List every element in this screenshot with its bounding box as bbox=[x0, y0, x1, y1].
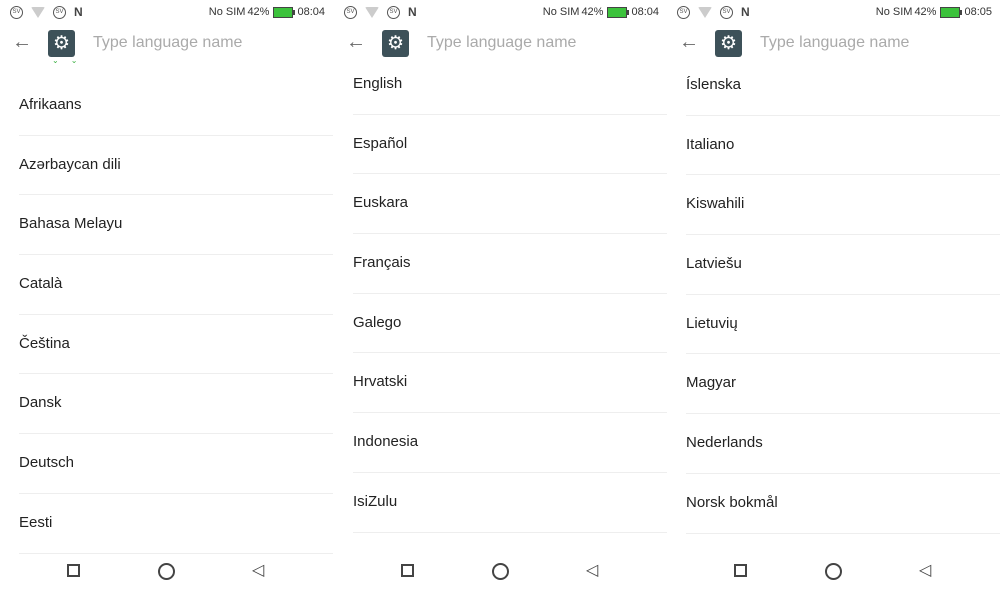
language-item[interactable]: Latviešu bbox=[686, 235, 1000, 295]
language-item[interactable]: Bahasa Melayu bbox=[19, 195, 333, 256]
home-circle-icon[interactable] bbox=[825, 563, 842, 580]
language-list[interactable]: Íslenska Italiano Kiswahili Latviešu Lietuvi… bbox=[686, 56, 1000, 534]
language-item[interactable]: Kiswahili bbox=[686, 175, 1000, 236]
gear-icon[interactable]: ⚙ bbox=[48, 30, 75, 57]
back-triangle-icon[interactable]: ◁ bbox=[586, 563, 598, 579]
recents-square-icon[interactable] bbox=[734, 564, 747, 577]
language-item[interactable]: Català bbox=[19, 255, 333, 315]
notification-icon: SV bbox=[344, 5, 357, 19]
language-item[interactable]: Eesti bbox=[19, 494, 333, 554]
language-item[interactable]: Français bbox=[353, 234, 667, 294]
language-item[interactable]: Euskara bbox=[353, 174, 667, 235]
gear-icon[interactable]: ⚙ bbox=[382, 30, 409, 57]
battery-percent: 42% bbox=[247, 6, 270, 18]
toolbar: ← ⚙ Type language name bbox=[0, 28, 333, 60]
language-list[interactable]: Afrikaans Azərbaycan dili Bahasa Melayu Cat… bbox=[19, 76, 333, 554]
carrier: No SIM bbox=[875, 6, 913, 18]
carrier: No SIM bbox=[542, 6, 580, 18]
language-item[interactable]: Afrikaans bbox=[19, 76, 333, 136]
home-circle-icon[interactable] bbox=[158, 563, 175, 580]
language-item[interactable]: Italiano bbox=[686, 116, 1000, 176]
n-icon: N bbox=[741, 5, 750, 19]
language-search-field[interactable]: Type language name bbox=[760, 32, 990, 54]
recents-square-icon[interactable] bbox=[401, 564, 414, 577]
n-icon: N bbox=[74, 5, 83, 19]
clock: 08:04 bbox=[631, 6, 659, 18]
language-item[interactable]: Magyar bbox=[686, 354, 1000, 415]
language-item[interactable]: IsiZulu bbox=[353, 473, 667, 533]
scroll-indicator: ⌄⌄ bbox=[52, 56, 90, 65]
language-search-field[interactable]: Type language name bbox=[93, 32, 323, 54]
wifi-icon bbox=[365, 6, 379, 18]
notification-icon: SV bbox=[10, 5, 23, 19]
language-item[interactable]: Čeština bbox=[19, 315, 333, 375]
phone-screen-3: SV SV N No SIM 42% 08:05 ← ⚙ Type language n… bbox=[667, 0, 1000, 593]
language-item[interactable]: Deutsch bbox=[19, 434, 333, 494]
language-search-input[interactable] bbox=[427, 32, 657, 54]
battery-percent: 42% bbox=[581, 6, 604, 18]
gear-icon[interactable]: ⚙ bbox=[715, 30, 742, 57]
notification-icon: SV bbox=[720, 5, 733, 19]
language-item[interactable]: Indonesia bbox=[353, 413, 667, 473]
language-item[interactable]: Norsk bokmål bbox=[686, 474, 1000, 534]
clock: 08:05 bbox=[964, 6, 992, 18]
navigation-bar: ◁ bbox=[667, 560, 1000, 584]
phone-screen-1: SV SV N No SIM 42% 08:04 ← ⚙ Type language n… bbox=[0, 0, 333, 593]
back-arrow-icon[interactable]: ← bbox=[679, 31, 699, 54]
language-item[interactable]: Hrvatski bbox=[353, 353, 667, 414]
back-triangle-icon[interactable]: ◁ bbox=[919, 563, 931, 579]
status-bar: SV SV N No SIM 42% 08:05 bbox=[667, 0, 1000, 24]
language-item[interactable]: Galego bbox=[353, 294, 667, 354]
wifi-icon bbox=[698, 6, 712, 18]
language-item[interactable]: Lietuvių bbox=[686, 295, 1000, 355]
back-arrow-icon[interactable]: ← bbox=[346, 31, 366, 54]
recents-square-icon[interactable] bbox=[67, 564, 80, 577]
language-item[interactable]: English bbox=[353, 55, 667, 115]
back-triangle-icon[interactable]: ◁ bbox=[252, 563, 264, 579]
battery-icon bbox=[607, 6, 630, 18]
language-item[interactable]: Íslenska bbox=[686, 56, 1000, 116]
status-bar: SV SV N No SIM 42% 08:04 bbox=[334, 0, 667, 24]
language-search-field[interactable]: Type language name bbox=[427, 32, 657, 54]
notification-icon: SV bbox=[53, 5, 66, 19]
language-item[interactable]: Azərbaycan dili bbox=[19, 136, 333, 196]
phone-screen-2: SV SV N No SIM 42% 08:04 ← ⚙ Type language n… bbox=[334, 0, 667, 593]
language-search-input[interactable] bbox=[93, 32, 323, 54]
navigation-bar: ◁ bbox=[334, 560, 667, 584]
n-icon: N bbox=[408, 5, 417, 19]
battery-icon bbox=[273, 6, 296, 18]
home-circle-icon[interactable] bbox=[492, 563, 509, 580]
carrier: No SIM bbox=[208, 6, 246, 18]
language-list[interactable]: English Español Euskara Français Galego Hrvat… bbox=[353, 55, 667, 533]
language-item[interactable]: Nederlands bbox=[686, 414, 1000, 474]
back-arrow-icon[interactable]: ← bbox=[12, 31, 32, 54]
navigation-bar: ◁ bbox=[0, 560, 333, 584]
wifi-icon bbox=[31, 6, 45, 18]
notification-icon: SV bbox=[387, 5, 400, 19]
notification-icon: SV bbox=[677, 5, 690, 19]
language-item[interactable]: Español bbox=[353, 115, 667, 175]
battery-icon bbox=[940, 6, 963, 18]
language-search-input[interactable] bbox=[760, 32, 990, 54]
status-bar: SV SV N No SIM 42% 08:04 bbox=[0, 0, 333, 24]
clock: 08:04 bbox=[297, 6, 325, 18]
battery-percent: 42% bbox=[914, 6, 937, 18]
language-item[interactable]: Dansk bbox=[19, 374, 333, 435]
